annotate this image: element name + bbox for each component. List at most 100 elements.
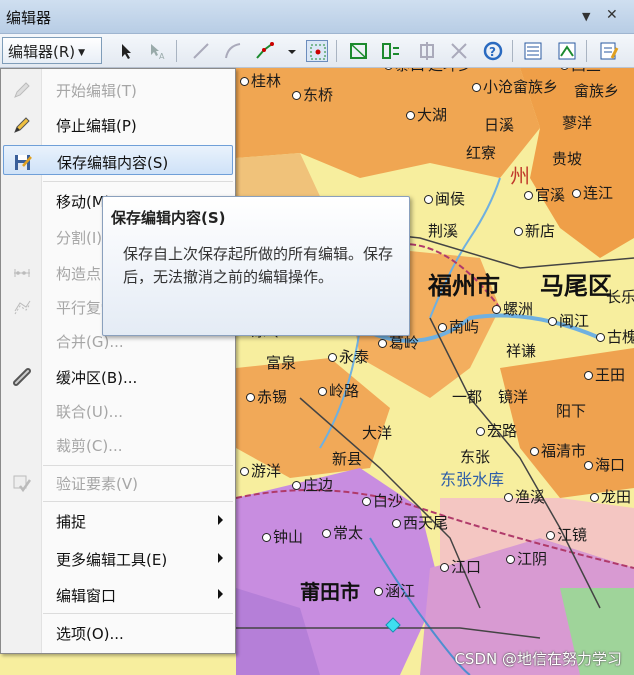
close-icon[interactable]: ✕	[606, 7, 618, 23]
map-label: 渔溪	[504, 486, 545, 507]
map-label: 江口	[440, 556, 481, 577]
map-label: 荆溪	[428, 222, 459, 240]
split-tool-icon[interactable]	[416, 40, 438, 62]
save-edits-icon	[13, 152, 33, 172]
watermark: CSDN @地信在努力学习	[454, 650, 622, 668]
menu-item-union[interactable]: 联合(U)...	[3, 395, 233, 425]
map-label: 福清市	[530, 440, 586, 461]
map-label: 一都	[452, 388, 483, 406]
map-label: 东张水库	[440, 470, 505, 489]
map-label: 马尾区	[540, 272, 612, 300]
toolbar-separator	[176, 40, 177, 62]
window-title: 编辑器	[6, 9, 52, 27]
reshape-feature-tool-icon[interactable]	[348, 40, 370, 62]
menu-item-label: 联合(U)...	[56, 403, 123, 421]
menu-separator	[43, 501, 233, 502]
map-label: 东张	[460, 448, 491, 466]
menu-item-stop-editing[interactable]: 停止编辑(P)	[3, 109, 233, 139]
copy-parallel-icon	[12, 297, 32, 317]
menu-item-clip[interactable]: 裁剪(C)...	[3, 429, 233, 459]
edit-vertices-tool-icon[interactable]	[306, 40, 328, 62]
map-label: 庄边	[292, 474, 333, 495]
map-label: 红寮	[466, 144, 497, 162]
map-label: 小沧畲族乡	[472, 76, 558, 97]
submenu-arrow-icon	[218, 553, 223, 563]
map-label: 江阴	[506, 548, 547, 569]
editor-toolbar: 编辑器(R) ▼ A ?	[0, 34, 634, 68]
map-label: 连江	[572, 182, 613, 203]
map-label: 镜洋	[498, 388, 529, 406]
map-label: 西天尾	[392, 512, 448, 533]
map-label: 贵坡	[552, 150, 583, 168]
map-label: 大湖	[406, 104, 447, 125]
map-label: 王田	[584, 364, 625, 385]
tooltip-body: 保存自上次保存起所做的所有编辑。保存后，无法撤消之前的编辑操作。	[123, 245, 394, 286]
toolbar-separator	[586, 40, 587, 62]
tooltip-title: 保存编辑内容(S)	[111, 209, 226, 227]
svg-text:?: ?	[489, 45, 496, 59]
help-tool-icon[interactable]: ?	[482, 40, 504, 62]
menu-item-label: 缓冲区(B)...	[56, 369, 138, 387]
pencil-stop-icon	[12, 115, 32, 135]
edit-annotation-tool-icon[interactable]: A	[146, 40, 168, 62]
validate-features-icon	[12, 473, 32, 493]
save-edits-tooltip: 保存编辑内容(S) 保存自上次保存起所做的所有编辑。保存后，无法撤消之前的编辑操…	[102, 196, 410, 336]
menu-item-validate-features[interactable]: 验证要素(V)	[3, 467, 233, 497]
menu-item-options[interactable]: 选项(O)...	[3, 617, 233, 647]
menu-item-label: 捕捉	[56, 513, 87, 531]
map-label: 长乐	[606, 288, 634, 306]
menu-item-label: 裁剪(C)...	[56, 437, 123, 455]
trace-tool-icon[interactable]	[254, 40, 276, 62]
map-label: 桂林	[240, 70, 281, 91]
map-label: 祥谦	[506, 342, 537, 360]
map-label: 闽江	[548, 310, 589, 331]
map-label: 新店	[514, 220, 555, 241]
menu-item-editing-windows[interactable]: 编辑窗口	[3, 579, 233, 609]
map-label: 莆田市	[300, 580, 360, 604]
menu-item-save-edits[interactable]: 保存编辑内容(S)	[3, 145, 233, 175]
map-label: 南屿	[438, 316, 479, 337]
straight-segment-tool-icon[interactable]	[190, 40, 212, 62]
menu-item-snapping[interactable]: 捕捉	[3, 505, 233, 535]
chevron-down-icon[interactable]	[281, 40, 296, 62]
menu-separator	[43, 465, 233, 466]
editor-menu-button[interactable]: 编辑器(R) ▼	[2, 37, 102, 64]
menu-item-more-editing-tools[interactable]: 更多编辑工具(E)	[3, 543, 233, 573]
map-label: 阳下	[556, 402, 587, 420]
menu-item-label: 验证要素(V)	[56, 475, 138, 493]
sketch-properties-tool-icon[interactable]	[556, 40, 578, 62]
edit-tool-icon[interactable]	[116, 40, 138, 62]
submenu-arrow-icon	[218, 515, 223, 525]
map-label: 涵江	[374, 580, 415, 601]
map-label: 常太	[322, 522, 363, 543]
map-label: 古槐	[596, 326, 634, 347]
toolbar-separator	[512, 40, 513, 62]
map-label: 日溪	[484, 116, 515, 134]
menu-item-label: 保存编辑内容(S)	[57, 154, 169, 172]
cut-polygons-tool-icon[interactable]	[380, 40, 402, 62]
menu-item-label: 开始编辑(T)	[56, 82, 137, 100]
toolbar-separator	[336, 40, 337, 62]
menu-item-start-editing[interactable]: 开始编辑(T)	[3, 74, 233, 104]
pencil-icon	[12, 80, 32, 100]
attributes-tool-icon[interactable]	[522, 40, 544, 62]
menu-item-label: 停止编辑(P)	[56, 117, 137, 135]
chevron-down-icon: ▼	[78, 47, 86, 58]
map-label: 白沙	[362, 490, 403, 511]
map-label: 钟山	[262, 526, 303, 547]
map-label: 福州市	[428, 272, 500, 300]
editor-title-bar[interactable]: 编辑器 ▼ ✕	[0, 0, 634, 34]
window-options-icon[interactable]: ▼	[582, 10, 590, 23]
map-label: 大洋	[362, 424, 393, 442]
menu-item-buffer[interactable]: 缓冲区(B)...	[3, 361, 233, 391]
menu-item-label: 编辑窗口	[56, 587, 117, 605]
create-features-tool-icon[interactable]	[598, 40, 620, 62]
end-point-arc-tool-icon[interactable]	[222, 40, 244, 62]
rotate-tool-icon[interactable]	[448, 40, 470, 62]
construct-points-icon	[12, 263, 32, 283]
map-label: 官溪	[524, 184, 565, 205]
editor-dropdown-menu: 开始编辑(T) 停止编辑(P) 保存编辑内容(S) 移动(M)... 分割(I)…	[0, 68, 236, 654]
menu-item-label: 选项(O)...	[56, 625, 124, 643]
map-label: 螺洲	[492, 298, 533, 319]
map-label: 畲族乡	[574, 82, 620, 100]
